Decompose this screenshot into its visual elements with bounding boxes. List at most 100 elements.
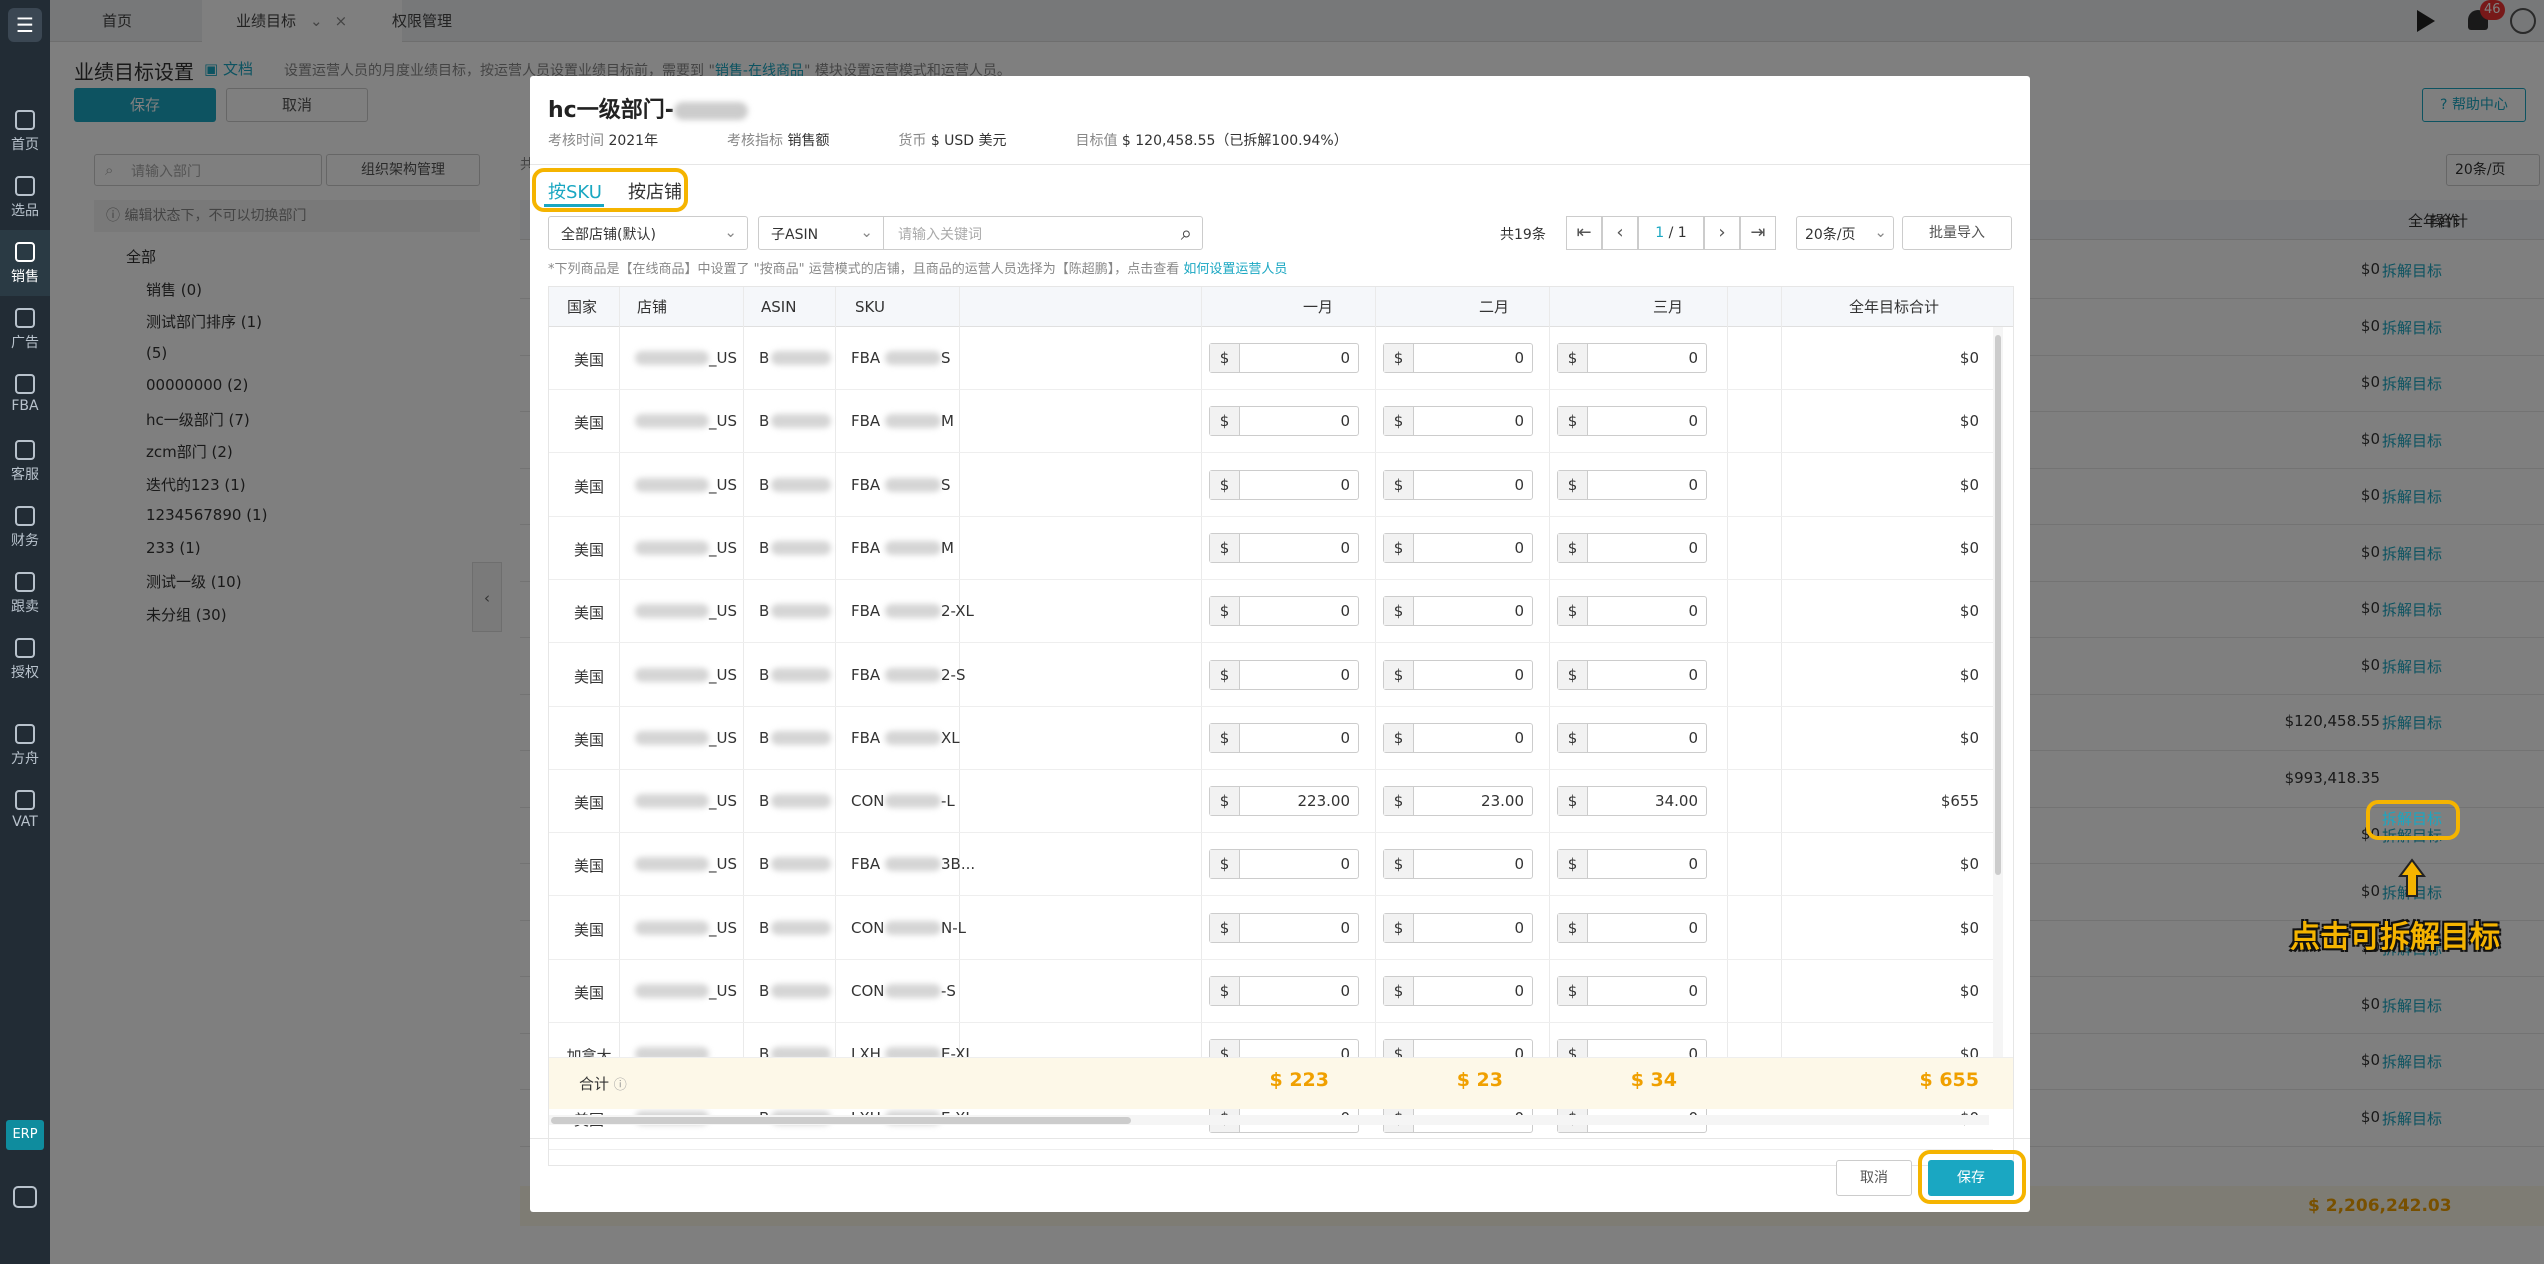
month-target-input[interactable]: $0 — [1383, 596, 1533, 627]
currency-prefix: $ — [1384, 344, 1414, 372]
bulk-import-button[interactable]: 批量导入 — [1902, 216, 2012, 250]
page-indicator[interactable]: 1 / 1 — [1638, 216, 1704, 250]
month-target-input[interactable]: $0 — [1383, 659, 1533, 690]
nav-item-2[interactable]: 销售 — [0, 230, 50, 296]
next-page-button[interactable]: › — [1704, 216, 1740, 250]
last-page-button[interactable]: ⇥ — [1740, 216, 1776, 250]
sku-prefix: CON — [851, 918, 885, 937]
page-size-select[interactable]: 20条/页 ⌄ — [1796, 216, 1894, 250]
currency-value: $ USD 美元 — [930, 133, 1007, 149]
month-target-input[interactable]: $0 — [1209, 912, 1359, 943]
month-target-input[interactable]: $0 — [1383, 532, 1533, 563]
month-value: 0 — [1688, 349, 1698, 367]
asin-cell: B — [759, 412, 770, 431]
month-value: 0 — [1340, 538, 1350, 557]
month-target-input[interactable]: $0 — [1557, 596, 1707, 627]
month-value: 0 — [1340, 665, 1350, 684]
month-target-input[interactable]: $0 — [1383, 469, 1533, 500]
store-select[interactable]: 全部店铺(默认) ⌄ — [548, 216, 748, 250]
month-target-input[interactable]: $0 — [1557, 912, 1707, 943]
modal-save-button[interactable]: 保存 — [1928, 1160, 2014, 1196]
month-target-input[interactable]: $0 — [1557, 532, 1707, 563]
modal-cancel-button[interactable]: 取消 — [1836, 1160, 1912, 1196]
month-target-input[interactable]: $223.00 — [1209, 786, 1359, 817]
horizontal-scroll-thumb[interactable] — [551, 1117, 1131, 1124]
keyword-input[interactable]: 请输入关键词 ⌕ — [883, 216, 1203, 250]
search-icon[interactable]: ⌕ — [1181, 221, 1192, 245]
month-target-input[interactable]: $0 — [1209, 976, 1359, 1006]
month-target-input[interactable]: $0 — [1557, 343, 1707, 373]
tab-by-sku[interactable]: 按SKU — [548, 178, 602, 204]
month-target-input[interactable]: $0 — [1557, 406, 1707, 437]
nav-item-1[interactable]: 选品 — [0, 164, 50, 230]
nav-item-3[interactable]: 广告 — [0, 296, 50, 362]
month-target-input[interactable]: $0 — [1383, 849, 1533, 880]
nav-item-10[interactable]: VAT — [0, 778, 50, 844]
tab-by-store[interactable]: 按店铺 — [628, 178, 682, 204]
month-target-input[interactable]: $0 — [1383, 976, 1533, 1006]
highlighted-split-target-link[interactable]: 拆解目标 — [2382, 808, 2442, 829]
note-link[interactable]: 如何设置运营人员 — [1183, 262, 1287, 277]
month-target-input[interactable]: $0 — [1557, 722, 1707, 753]
month-target-input[interactable]: $0 — [1383, 912, 1533, 943]
currency-prefix: $ — [1384, 470, 1414, 499]
erp-button[interactable]: ERP — [6, 1120, 44, 1150]
blurred-asin — [771, 794, 831, 809]
currency-prefix: $ — [1210, 407, 1240, 436]
app-logo[interactable]: ☰ — [8, 8, 42, 42]
split-target-modal: hc一级部门- 考核时间 2021年 考核指标 销售额 货币 $ USD 美元 … — [530, 76, 2030, 1212]
asin-cell: B — [759, 728, 770, 747]
month-target-input[interactable]: $0 — [1383, 406, 1533, 437]
store-cell: _US — [709, 412, 738, 431]
nav-item-label: 财务 — [11, 533, 39, 549]
country-cell: 美国 — [573, 667, 604, 686]
month-target-input[interactable]: $0 — [1557, 849, 1707, 880]
nav-item-0[interactable]: 首页 — [0, 98, 50, 164]
month-target-input[interactable]: $0 — [1209, 849, 1359, 880]
month-target-input[interactable]: $0 — [1383, 722, 1533, 753]
first-page-button[interactable]: ⇤ — [1566, 216, 1602, 250]
nav-item-7[interactable]: 跟卖 — [0, 560, 50, 626]
currency-prefix: $ — [1558, 470, 1588, 499]
month-target-input[interactable]: $0 — [1383, 343, 1533, 373]
blurred-sku — [885, 984, 941, 998]
month-target-input[interactable]: $23.00 — [1383, 786, 1533, 817]
sku-prefix: FBA — [851, 728, 881, 747]
month-target-input[interactable]: $0 — [1209, 469, 1359, 500]
nav-item-5[interactable]: 客服 — [0, 428, 50, 494]
month-target-input[interactable]: $0 — [1209, 596, 1359, 627]
horizontal-scrollbar[interactable] — [549, 1115, 1989, 1125]
month-target-input[interactable]: $0 — [1209, 406, 1359, 437]
bottom-menu-icon[interactable] — [13, 1186, 37, 1208]
blurred-asin — [771, 414, 831, 429]
month-target-input[interactable]: $0 — [1557, 659, 1707, 690]
left-nav: ☰ 首页 选品 销售 广告 FBA 客服财务跟卖 授权方舟 VAT ERP — [0, 0, 50, 1264]
year-total-cell: $0 — [1959, 412, 1979, 431]
month-value: 34.00 — [1655, 792, 1698, 811]
nav-item-4[interactable]: FBA — [0, 362, 50, 428]
month-target-input[interactable]: $0 — [1209, 532, 1359, 563]
prev-page-button[interactable]: ‹ — [1602, 216, 1638, 250]
month-target-input[interactable]: $0 — [1557, 976, 1707, 1006]
vertical-scrollbar[interactable] — [1993, 327, 2003, 1057]
month-target-input[interactable]: $0 — [1209, 343, 1359, 373]
footer-total-label: 合计 ⓘ — [579, 1073, 627, 1094]
month-target-input[interactable]: $34.00 — [1557, 786, 1707, 817]
currency-prefix: $ — [1210, 470, 1240, 499]
nav-item-6[interactable]: 财务 — [0, 494, 50, 560]
month-value: 0 — [1688, 602, 1698, 621]
store-cell: _US — [709, 602, 738, 621]
column-divider — [835, 287, 836, 1109]
month-target-input[interactable]: $0 — [1209, 659, 1359, 690]
column-divider — [959, 287, 960, 1109]
nav-item-9[interactable]: 方舟 — [0, 712, 50, 778]
nav-item-8[interactable]: 授权 — [0, 626, 50, 692]
sku-prefix: FBA — [851, 665, 881, 684]
blurred-store — [635, 730, 709, 745]
asin-type-select[interactable]: 子ASIN ⌄ — [758, 216, 884, 250]
blurred-store — [635, 920, 709, 935]
month-target-input[interactable]: $0 — [1209, 722, 1359, 753]
vertical-scroll-thumb[interactable] — [1995, 335, 2001, 875]
sku-suffix: M — [941, 412, 954, 431]
month-target-input[interactable]: $0 — [1557, 469, 1707, 500]
